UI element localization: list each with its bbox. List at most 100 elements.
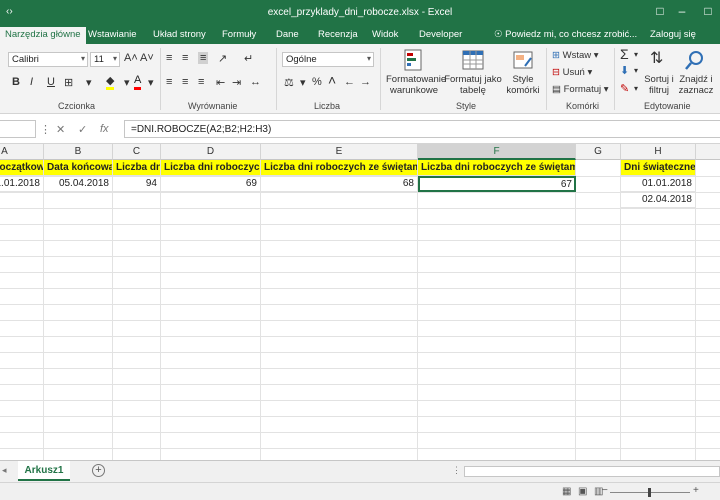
cell-b1[interactable]: Data końcowa [44, 160, 113, 176]
worksheet-grid[interactable]: A B C D E F G H I Data początkowa Data k… [0, 144, 720, 460]
tab-review[interactable]: Recenzja [318, 29, 358, 40]
bold-button[interactable]: B [12, 76, 20, 88]
cell-e1[interactable]: Liczba dni roboczych ze świętami [261, 160, 418, 176]
zoom-slider-handle[interactable] [648, 488, 651, 497]
horizontal-scrollbar[interactable] [464, 466, 720, 477]
zoom-out-icon[interactable]: − [602, 485, 608, 496]
column-header-d[interactable]: D [161, 144, 261, 160]
decrease-decimal-icon[interactable]: → [360, 76, 371, 88]
tab-data[interactable]: Dane [276, 29, 299, 40]
wrap-text-icon[interactable]: ↵ [244, 52, 253, 65]
cell-h3[interactable]: 02.04.2018 [621, 192, 696, 208]
tab-view[interactable]: Widok [372, 29, 398, 40]
align-right-icon[interactable]: ≡ [198, 76, 204, 88]
sheet-tab-arkusz1[interactable]: Arkusz1 [18, 461, 70, 481]
grid-line [0, 208, 720, 209]
decrease-font-icon[interactable]: A˅ [140, 52, 154, 64]
grid-line [0, 416, 720, 417]
page-layout-view-icon[interactable]: ▣ [578, 486, 587, 497]
tab-home[interactable]: Narzędzia główne [0, 27, 86, 44]
name-box[interactable] [0, 120, 36, 138]
chevron-down-icon[interactable]: ▾ [634, 50, 638, 59]
chevron-down-icon[interactable]: ▾ [300, 76, 306, 89]
font-size-select[interactable]: 11 ▾ [90, 52, 120, 67]
align-left-icon[interactable]: ≡ [166, 76, 172, 88]
chevron-down-icon[interactable]: ▾ [634, 66, 638, 75]
tab-page-layout[interactable]: Układ strony [153, 29, 206, 40]
currency-icon[interactable]: ⚖ [284, 76, 294, 89]
title-bar: ‹› excel_przyklady_dni_robocze.xlsx - Ex… [0, 0, 720, 26]
autosum-icon[interactable]: Σ [620, 46, 629, 62]
tab-formulas[interactable]: Formuły [222, 29, 256, 40]
chevron-down-icon: ▾ [80, 54, 85, 63]
comma-style-icon[interactable]: ˄ [328, 72, 336, 88]
normal-view-icon[interactable]: ▦ [562, 486, 571, 497]
column-header-f[interactable]: F [418, 144, 576, 160]
group-label-editing: Edytowanie [644, 101, 691, 111]
cell-a2[interactable]: 01.01.2018 [0, 176, 44, 192]
decrease-indent-icon[interactable]: ⇤ [216, 76, 225, 89]
number-format-select[interactable]: Ogólne ▾ [282, 52, 374, 67]
group-divider [546, 48, 547, 110]
cell-b2[interactable]: 05.04.2018 [44, 176, 113, 192]
formula-input[interactable]: =DNI.ROBOCZE(A2;B2;H2:H3) [124, 120, 720, 138]
cell-f2-selected[interactable]: 67 [418, 176, 576, 192]
insert-cells-button[interactable]: ⊞ Wstaw ▾ [552, 50, 599, 61]
align-top-icon[interactable]: ≡ [166, 52, 172, 64]
font-name-select[interactable]: Calibri ▾ [8, 52, 88, 67]
chevron-down-icon[interactable]: ▾ [148, 76, 154, 89]
ribbon-options-icon[interactable]: □ [650, 4, 670, 18]
cell-e2[interactable]: 68 [261, 176, 418, 192]
column-header-a[interactable]: A [0, 144, 44, 160]
more-icon[interactable]: ⋮ [40, 123, 51, 136]
cell-c2[interactable]: 94 [113, 176, 161, 192]
format-cells-button[interactable]: ▤ Formatuj ▾ [552, 84, 609, 95]
align-center-icon[interactable]: ≡ [182, 76, 188, 88]
increase-decimal-icon[interactable]: ← [344, 76, 355, 88]
cell-h2[interactable]: 01.01.2018 [621, 176, 696, 192]
maximize-button[interactable]: □ [698, 4, 718, 18]
merge-center-icon[interactable]: ↔ [250, 76, 261, 88]
chevron-down-icon[interactable]: ▾ [124, 76, 130, 89]
underline-button[interactable]: U [47, 76, 55, 88]
add-sheet-button[interactable]: + [92, 464, 105, 477]
cancel-button[interactable]: ✕ [56, 123, 65, 136]
chevron-down-icon[interactable]: ▾ [86, 76, 92, 89]
increase-indent-icon[interactable]: ⇥ [232, 76, 241, 89]
column-header-h[interactable]: H [621, 144, 696, 160]
cell-d2[interactable]: 69 [161, 176, 261, 192]
cell-a1[interactable]: Data początkowa [0, 160, 44, 176]
percent-button[interactable]: % [312, 76, 322, 88]
chevron-down-icon[interactable]: ▾ [634, 84, 638, 93]
delete-cells-button[interactable]: ⊟ Usuń ▾ [552, 67, 592, 78]
column-header-i[interactable]: I [696, 144, 720, 160]
cell-d1[interactable]: Liczba dni roboczych [161, 160, 261, 176]
minimize-button[interactable]: – [672, 4, 692, 18]
zoom-in-icon[interactable]: + [693, 485, 699, 496]
column-header-g[interactable]: G [576, 144, 621, 160]
cell-c1[interactable]: Liczba dni [113, 160, 161, 176]
tell-me-search[interactable]: ☉ Powiedz mi, co chcesz zrobić... [494, 29, 637, 40]
cell-h1[interactable]: Dni świąteczne [621, 160, 696, 176]
increase-font-icon[interactable]: A˄ [124, 52, 138, 64]
borders-icon[interactable]: ⊞ [64, 76, 73, 89]
tab-developer[interactable]: Developer [419, 29, 462, 40]
align-bottom-icon[interactable]: ≡ [198, 52, 209, 64]
italic-button[interactable]: I [30, 76, 33, 88]
font-color-icon[interactable]: A [134, 74, 142, 90]
scroll-tabs-icon[interactable]: ◂ [2, 465, 7, 476]
column-header-b[interactable]: B [44, 144, 113, 160]
confirm-button[interactable]: ✓ [78, 123, 87, 136]
fill-down-icon[interactable]: ⬇ [620, 64, 629, 77]
align-middle-icon[interactable]: ≡ [182, 52, 188, 64]
tab-insert[interactable]: Wstawianie [88, 29, 137, 40]
cell-f1[interactable]: Liczba dni roboczych ze świętami2 [418, 160, 576, 176]
sign-in-link[interactable]: Zaloguj się [650, 29, 696, 40]
more-icon[interactable]: ⋮ [452, 465, 461, 476]
insert-function-button[interactable]: fx [100, 123, 109, 135]
orientation-icon[interactable]: ↗ [218, 52, 227, 65]
column-header-c[interactable]: C [113, 144, 161, 160]
clear-icon[interactable]: ✎ [620, 82, 629, 95]
column-header-e[interactable]: E [261, 144, 418, 160]
fill-color-icon[interactable]: ◆ [106, 74, 115, 90]
